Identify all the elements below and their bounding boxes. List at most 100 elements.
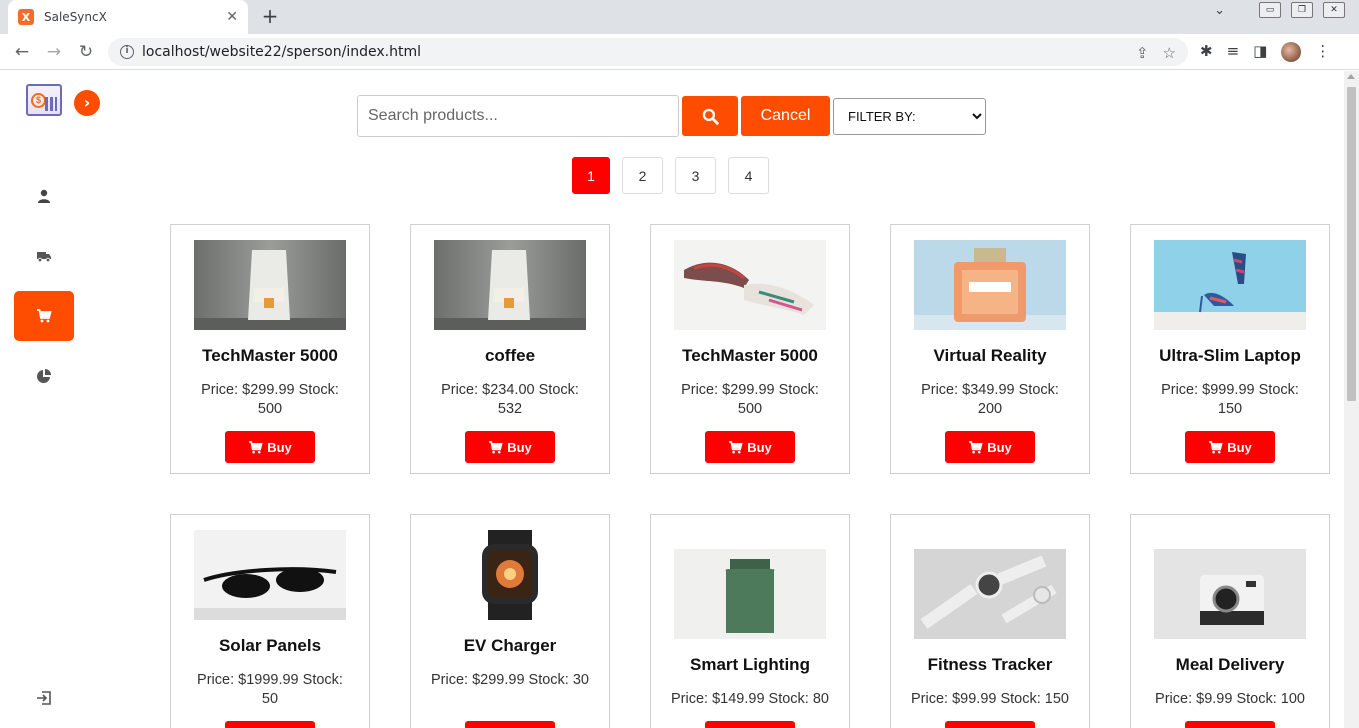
buy-button[interactable]: Buy (1185, 431, 1275, 463)
buy-label: Buy (1227, 439, 1252, 455)
profile-avatar[interactable] (1281, 42, 1302, 62)
app-logo: $ (26, 84, 62, 116)
restore-icon[interactable]: ❐ (1291, 2, 1313, 18)
product-image (194, 530, 346, 620)
new-tab-icon[interactable]: + (258, 4, 282, 28)
app-viewport: $ › Cancel FILTER BY: 1 2 3 4 TechMaster… (0, 71, 1359, 728)
cart-icon (1209, 440, 1223, 453)
site-info-icon[interactable]: i (120, 45, 134, 59)
product-name: Solar Panels (218, 636, 322, 655)
cart-icon (969, 440, 983, 453)
product-image (1154, 240, 1306, 330)
page-button-3[interactable]: 3 (675, 157, 716, 194)
buy-button[interactable]: Buy (945, 431, 1035, 463)
product-card: Smart Lighting Price: $149.99 Stock: 80 Bu… (650, 514, 850, 728)
browser-tab-bar: X SaleSyncX ✕ + ⌄ ▭ ❐ ✕ (0, 0, 1359, 34)
product-card: Virtual Reality Price: $349.99 Stock: 200… (890, 224, 1090, 474)
scrollbar-thumb[interactable] (1347, 87, 1356, 401)
user-icon (38, 189, 50, 203)
sidebar-item-logout[interactable] (14, 673, 74, 723)
search-icon (702, 108, 719, 125)
close-tab-icon[interactable]: ✕ (226, 9, 238, 25)
sidebar-item-shop[interactable] (14, 291, 74, 341)
close-window-icon[interactable]: ✕ (1323, 2, 1345, 18)
url-text: localhost/website22/sperson/index.html (142, 44, 421, 60)
sidebar-item-reports[interactable] (14, 351, 74, 401)
buy-button[interactable]: Buy (225, 431, 315, 463)
logout-icon (37, 691, 51, 705)
page-scrollbar[interactable] (1344, 71, 1359, 728)
product-card: Solar Panels Price: $1999.99 Stock: 50 Buy (170, 514, 370, 728)
product-price-stock: Price: $149.99 Stock: 80 (671, 691, 829, 707)
cart-icon (729, 440, 743, 453)
product-price-stock: Price: $299.99 Stock: 30 (431, 672, 589, 688)
buy-label: Buy (507, 439, 532, 455)
product-image (1154, 549, 1306, 639)
reload-icon[interactable]: ↻ (74, 40, 98, 64)
product-name: coffee (484, 346, 536, 365)
page-button-1[interactable]: 1 (572, 157, 610, 194)
product-card: TechMaster 5000 Price: $299.99 Stock: 500… (650, 224, 850, 474)
product-name: Ultra-Slim Laptop (1159, 346, 1301, 365)
buy-button[interactable]: Buy (1185, 721, 1275, 728)
cart-icon (489, 440, 503, 453)
bar-chart-icon (45, 97, 57, 111)
filter-select[interactable]: FILTER BY: (833, 98, 986, 135)
truck-icon (37, 252, 51, 263)
page-button-2[interactable]: 2 (622, 157, 663, 194)
buy-button[interactable]: Buy (945, 721, 1035, 728)
product-price-stock: Price: $1999.99 Stock: 50 (197, 672, 343, 707)
search-button[interactable] (682, 96, 738, 136)
sidebar-toggle-button[interactable]: › (74, 90, 100, 116)
cart-icon (37, 309, 52, 323)
extensions-icon[interactable]: ✱ (1200, 42, 1213, 62)
reading-list-icon[interactable]: ≡ (1227, 42, 1240, 62)
search-input[interactable] (357, 95, 679, 137)
product-name: Virtual Reality (933, 346, 1047, 365)
product-image (434, 240, 586, 330)
buy-button[interactable]: Buy (225, 721, 315, 728)
product-name: Meal Delivery (1175, 655, 1285, 674)
product-image (194, 240, 346, 330)
product-card: TechMaster 5000 Price: $299.99 Stock: 500… (170, 224, 370, 474)
cart-icon (249, 440, 263, 453)
sidebar-item-users[interactable] (14, 171, 74, 221)
product-price-stock: Price: $349.99 Stock: 200 (921, 382, 1059, 417)
product-image (434, 530, 586, 620)
share-icon[interactable]: ⇪ (1136, 44, 1149, 62)
minimize-icon[interactable]: ▭ (1259, 2, 1281, 18)
pie-chart-icon (37, 369, 51, 383)
bookmark-star-icon[interactable]: ☆ (1163, 44, 1176, 62)
buy-label: Buy (747, 439, 772, 455)
tab-search-icon[interactable]: ⌄ (1214, 3, 1225, 18)
buy-button[interactable]: Buy (465, 721, 555, 728)
product-price-stock: Price: $299.99 Stock: 500 (681, 382, 819, 417)
product-name: EV Charger (463, 636, 557, 655)
address-bar[interactable]: i localhost/website22/sperson/index.html… (108, 38, 1188, 66)
side-panel-icon[interactable]: ◨ (1253, 42, 1267, 62)
buy-label: Buy (987, 439, 1012, 455)
dollar-coin-icon: $ (31, 93, 46, 108)
scroll-up-icon[interactable] (1347, 74, 1355, 79)
buy-button[interactable]: Buy (705, 431, 795, 463)
product-name: TechMaster 5000 (202, 346, 338, 365)
product-name: Fitness Tracker (927, 655, 1053, 674)
browser-toolbar: ← → ↻ i localhost/website22/sperson/inde… (0, 34, 1359, 70)
browser-tab[interactable]: X SaleSyncX ✕ (8, 0, 248, 34)
product-name: Smart Lighting (690, 655, 810, 674)
buy-button[interactable]: Buy (705, 721, 795, 728)
forward-icon[interactable]: → (42, 40, 66, 64)
sidebar-item-delivery[interactable] (14, 231, 74, 281)
buy-button[interactable]: Buy (465, 431, 555, 463)
product-image (914, 549, 1066, 639)
page-button-4[interactable]: 4 (728, 157, 769, 194)
product-name: TechMaster 5000 (682, 346, 818, 365)
product-price-stock: Price: $299.99 Stock: 500 (201, 382, 339, 417)
browser-menu-icon[interactable]: ⋮ (1315, 42, 1330, 62)
cancel-button[interactable]: Cancel (741, 96, 830, 136)
buy-label: Buy (267, 439, 292, 455)
back-icon[interactable]: ← (10, 40, 34, 64)
app-favicon-icon: X (18, 9, 34, 25)
product-card: Meal Delivery Price: $9.99 Stock: 100 Buy (1130, 514, 1330, 728)
product-price-stock: Price: $999.99 Stock: 150 (1161, 382, 1299, 417)
